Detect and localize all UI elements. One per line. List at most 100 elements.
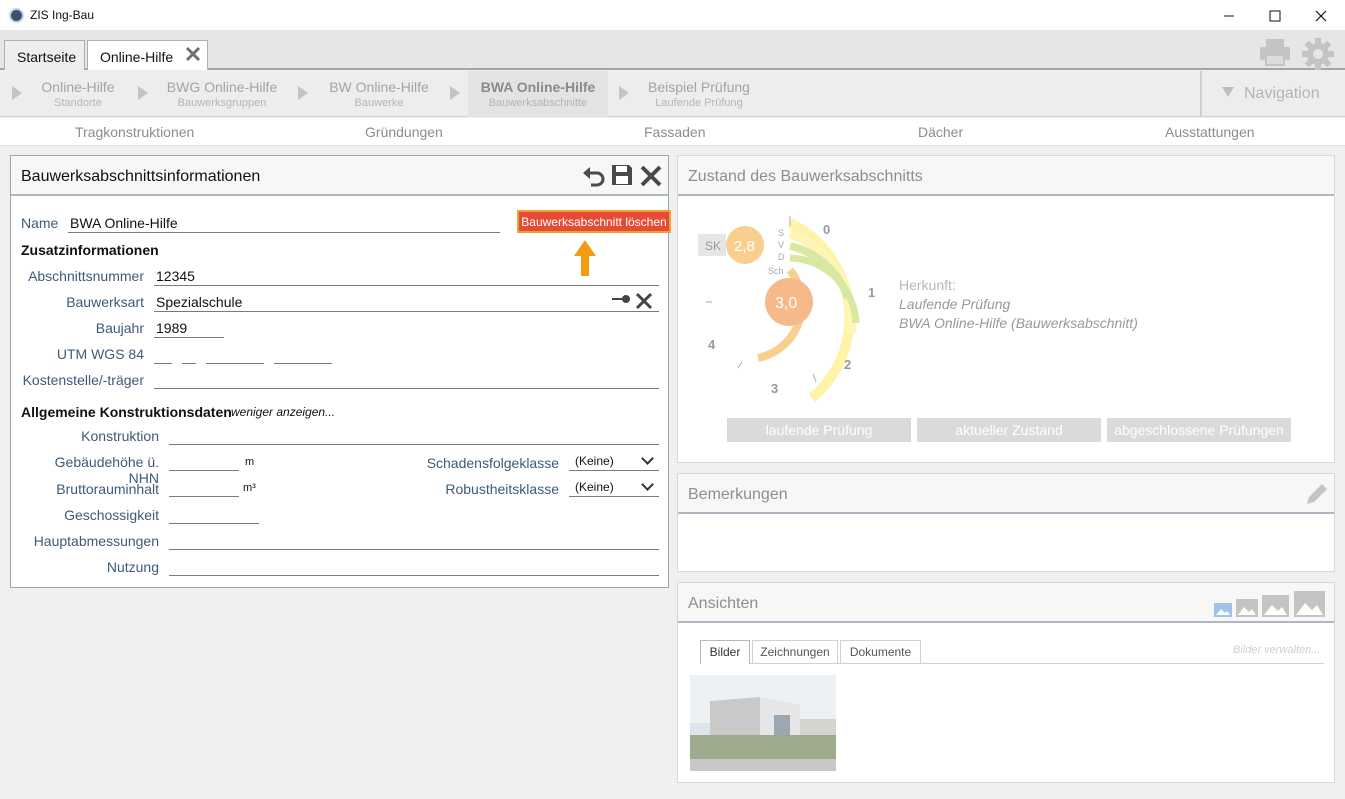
save-icon[interactable] (610, 163, 634, 187)
remarks-panel: Bemerkungen (677, 473, 1335, 572)
breadcrumb: Online-Hilfe Standorte BWG Online-Hilfe … (0, 71, 1345, 117)
utm-field-1[interactable] (154, 363, 172, 364)
schadensfolge-label: Schadensfolgeklasse (426, 455, 559, 471)
breadcrumb-title: Beispiel Prüfung (648, 79, 750, 95)
tab-label: Online-Hilfe (100, 49, 174, 65)
breadcrumb-title: Online-Hilfe (41, 79, 115, 95)
breadcrumb-item-laufende-pruefung[interactable]: Beispiel Prüfung Laufende Prüfung (638, 71, 760, 117)
herkunft-label: Herkunft: (899, 277, 956, 293)
tab-online-hilfe[interactable]: Online-Hilfe (87, 40, 208, 70)
breadcrumb-item-standorte[interactable]: Online-Hilfe Standorte (30, 71, 126, 117)
building-thumbnail[interactable] (690, 675, 836, 771)
breadcrumb-item-bauwerke[interactable]: BW Online-Hilfe Bauwerke (318, 71, 440, 117)
breadcrumb-arrow-icon (619, 86, 629, 100)
kostenstelle-field[interactable] (154, 388, 659, 389)
main-value: 3,0 (775, 295, 797, 312)
abschnittsnummer-field[interactable]: 12345 (156, 268, 195, 284)
breadcrumb-subtitle: Standorte (54, 97, 102, 109)
category-fassaden[interactable]: Fassaden (644, 124, 705, 140)
sk-value: 2,8 (734, 238, 755, 255)
nutzung-label: Nutzung (106, 559, 159, 575)
clear-icon[interactable] (635, 292, 653, 310)
tab-bilder[interactable]: Bilder (700, 640, 750, 664)
print-icon[interactable] (1258, 37, 1292, 67)
ring-label-sch: Sch (768, 266, 784, 276)
geschoss-label: Geschossigkeit (64, 507, 159, 523)
show-less-link[interactable]: weniger anzeigen... (231, 405, 335, 419)
breadcrumb-item-bauwerksabschnitte[interactable]: BWA Online-Hilfe Bauwerksabschnitte (468, 71, 608, 117)
nutzung-field[interactable] (169, 575, 659, 576)
underline (154, 337, 224, 338)
scale-1: 1 (868, 285, 875, 300)
edit-pencil-icon[interactable] (1304, 481, 1330, 507)
robustheit-select[interactable]: (Keine) (575, 480, 614, 494)
utm-field-2[interactable] (182, 363, 196, 364)
key-link-icon[interactable] (611, 292, 631, 306)
chevron-down-icon[interactable] (641, 478, 654, 491)
breadcrumb-subtitle: Bauwerksabschnitte (488, 97, 588, 109)
laufende-pruefung-button[interactable]: laufende Prüfung (727, 418, 911, 442)
baujahr-label: Baujahr (95, 320, 144, 336)
ring-label-v: V (778, 240, 784, 250)
navigation-button[interactable]: Navigation (1222, 85, 1320, 103)
close-tab-icon[interactable] (184, 45, 202, 63)
image-size-xlarge-icon[interactable] (1294, 591, 1325, 617)
category-ausstattungen[interactable]: Ausstattungen (1165, 124, 1255, 140)
delete-section-button[interactable]: Bauwerksabschnitt löschen (517, 210, 671, 233)
remarks-panel-header: Bemerkungen (678, 474, 1334, 514)
breadcrumb-item-bauwerksgruppen[interactable]: BWG Online-Hilfe Bauwerksgruppen (158, 71, 286, 117)
views-panel-title: Ansichten (688, 595, 759, 612)
breadcrumb-subtitle: Bauwerke (354, 97, 404, 109)
settings-gear-icon[interactable] (1301, 37, 1335, 71)
name-label: Name (21, 215, 59, 231)
abgeschlossene-pruefungen-button[interactable]: abgeschlossene Prüfungen (1107, 418, 1291, 442)
minimize-button[interactable] (1206, 0, 1252, 31)
category-menu: Tragkonstruktionen Gründungen Fassaden D… (0, 118, 1345, 146)
manage-images-link[interactable]: Bilder verwalten... (1233, 644, 1320, 656)
category-gruendungen[interactable]: Gründungen (365, 124, 443, 140)
category-tragkonstruktionen[interactable]: Tragkonstruktionen (75, 124, 194, 140)
robustheit-label: Robustheitsklasse (445, 481, 559, 497)
kostenstelle-label: Kostenstelle/-träger (22, 372, 144, 388)
window-title: ZIS Ing-Bau (30, 8, 95, 22)
geschoss-field[interactable] (169, 523, 259, 524)
unit-m3: m³ (243, 482, 256, 494)
gebaeudehoehe-field[interactable] (169, 470, 239, 471)
scale-4: 4 (708, 337, 716, 352)
bauwerksart-field[interactable]: Spezialschule (156, 294, 242, 310)
tab-zeichnungen[interactable]: Zeichnungen (752, 640, 838, 664)
triangle-down-icon (1222, 87, 1234, 97)
utm-field-3[interactable] (206, 363, 264, 364)
image-size-small-icon[interactable] (1214, 603, 1232, 617)
tab-startseite[interactable]: Startseite (4, 40, 85, 70)
scale-0: 0 (823, 222, 830, 237)
underline (569, 496, 659, 497)
haupt-field[interactable] (169, 549, 659, 550)
brutto-field[interactable] (169, 496, 239, 497)
maximize-button[interactable] (1252, 0, 1298, 31)
baujahr-field[interactable]: 1989 (156, 320, 187, 336)
abschnittsnummer-label: Abschnittsnummer (28, 268, 144, 284)
aktueller-zustand-button[interactable]: aktueller Zustand (917, 418, 1101, 442)
state-panel-header: Zustand des Bauwerksabschnitts (678, 156, 1334, 196)
utm-field-4[interactable] (274, 363, 332, 364)
close-window-button[interactable] (1298, 0, 1344, 31)
tab-dokumente[interactable]: Dokumente (840, 640, 921, 664)
undo-icon[interactable] (581, 163, 607, 189)
image-size-large-icon[interactable] (1262, 595, 1289, 617)
close-icon[interactable] (639, 164, 663, 188)
konstruktion-field[interactable] (169, 444, 659, 445)
chevron-down-icon[interactable] (641, 452, 654, 465)
info-panel-header: Bauwerksabschnittsinformationen (11, 156, 668, 196)
category-daecher[interactable]: Dächer (918, 124, 963, 140)
scale-3: 3 (771, 381, 778, 396)
herkunft-line-1: Laufende Prüfung (899, 296, 1011, 312)
scale-2: 2 (844, 357, 851, 372)
schadensfolge-select[interactable]: (Keine) (575, 454, 614, 468)
breadcrumb-title: BWG Online-Hilfe (166, 79, 278, 95)
breadcrumb-arrow-icon (450, 86, 460, 100)
minimize-icon (1224, 15, 1234, 16)
herkunft-line-2: BWA Online-Hilfe (Bauwerksabschnitt) (899, 315, 1138, 331)
name-field[interactable]: BWA Online-Hilfe (70, 215, 178, 231)
image-size-medium-icon[interactable] (1236, 599, 1258, 617)
